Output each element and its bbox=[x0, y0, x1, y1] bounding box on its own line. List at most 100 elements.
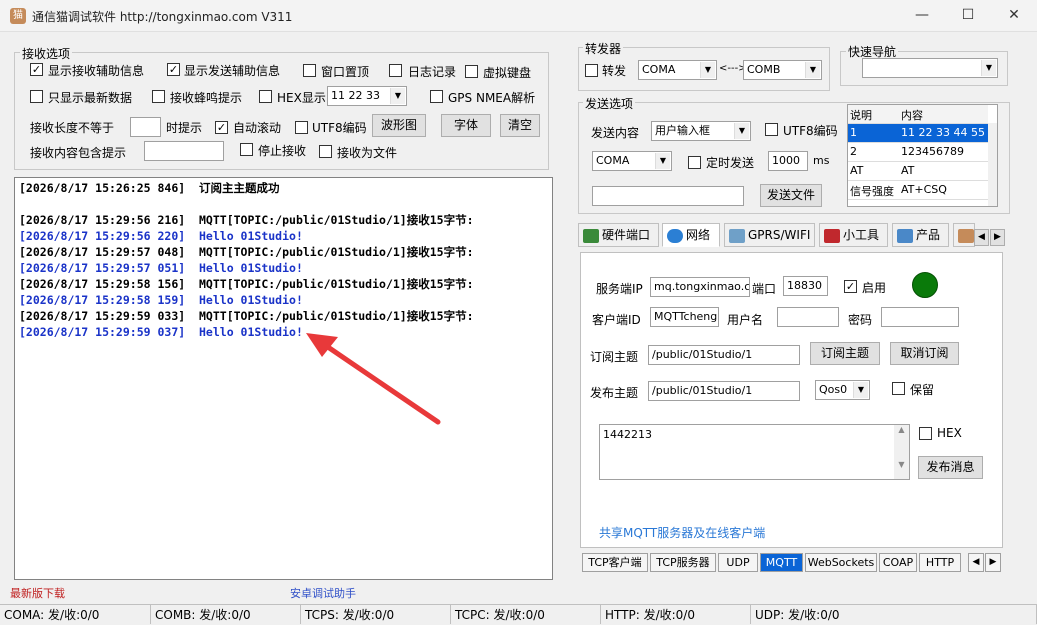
enable-label: 启用 bbox=[862, 281, 887, 295]
tab-udp[interactable]: UDP bbox=[718, 553, 758, 572]
hex-send-checkbox[interactable] bbox=[919, 427, 932, 440]
qos-select[interactable]: Qos0 ▼ bbox=[815, 380, 870, 400]
send-port-select[interactable]: COMA ▼ bbox=[592, 151, 672, 171]
hex-display-label: HEX显示 bbox=[277, 91, 326, 105]
stop-recv-checkbox[interactable] bbox=[240, 143, 253, 156]
send-content-value: 用户输入框 bbox=[655, 124, 710, 137]
server-ip-label: 服务端IP bbox=[596, 282, 643, 296]
utf8-recv-checkbox[interactable] bbox=[295, 121, 308, 134]
row-content: 123456789 bbox=[901, 145, 964, 158]
receive-log[interactable]: [2026/8/17 15:26:25 846] 订阅主主题成功 [2026/8/… bbox=[14, 177, 553, 580]
table-row[interactable]: 信号强度 AT+CSQ bbox=[848, 181, 988, 200]
bottom-tab-scroll-left-icon[interactable]: ◀ bbox=[968, 553, 984, 572]
scroll-down-icon[interactable]: ▼ bbox=[894, 460, 909, 469]
table-scrollbar[interactable] bbox=[988, 123, 997, 206]
recv-to-file-checkbox[interactable] bbox=[319, 145, 332, 158]
show-send-info-checkbox[interactable]: ✓ bbox=[167, 63, 180, 76]
tab-products[interactable]: 产品 bbox=[892, 223, 949, 247]
tab-coap[interactable]: COAP bbox=[879, 553, 917, 572]
font-button[interactable]: 字体 bbox=[441, 114, 491, 137]
virtual-keyboard-checkbox[interactable] bbox=[465, 65, 478, 78]
window-top-checkbox[interactable] bbox=[303, 64, 316, 77]
bottom-tab-scroll-right-icon[interactable]: ▶ bbox=[985, 553, 1001, 572]
retain-checkbox[interactable] bbox=[892, 382, 905, 395]
tab-scroll-right-icon[interactable]: ▶ bbox=[990, 229, 1005, 246]
table-row[interactable]: 1 11 22 33 44 55 bbox=[848, 124, 988, 143]
log-record-checkbox[interactable] bbox=[389, 64, 402, 77]
table-row[interactable]: AT AT bbox=[848, 162, 988, 181]
beep-label: 接收蜂鸣提示 bbox=[170, 91, 243, 105]
android-helper-link[interactable]: 安卓调试助手 bbox=[290, 585, 356, 601]
tab-scroll-left-icon[interactable]: ◀ bbox=[974, 229, 989, 246]
send-file-path-input[interactable] bbox=[592, 186, 744, 206]
tab-hardware-port[interactable]: 硬件端口 bbox=[578, 223, 659, 247]
timed-send-checkbox[interactable] bbox=[688, 156, 701, 169]
interval-input[interactable]: 1000 bbox=[768, 151, 808, 171]
only-latest-checkbox[interactable] bbox=[30, 90, 43, 103]
utf8-send-label: UTF8编码 bbox=[783, 124, 838, 138]
server-ip-input[interactable]: mq.tongxinmao.com bbox=[650, 277, 750, 297]
port-label: 端口 bbox=[752, 282, 777, 296]
forward-checkbox[interactable] bbox=[585, 64, 598, 77]
gps-checkbox[interactable] bbox=[430, 90, 443, 103]
forward-label: 转发 bbox=[602, 64, 627, 78]
publish-button[interactable]: 发布消息 bbox=[918, 456, 983, 479]
tab-tcp-server[interactable]: TCP服务器 bbox=[650, 553, 716, 572]
auto-scroll-checkbox[interactable]: ✓ bbox=[215, 121, 228, 134]
tab-mqtt[interactable]: MQTT bbox=[760, 553, 803, 572]
contains-input[interactable] bbox=[144, 141, 224, 161]
minimize-button[interactable]: — bbox=[899, 0, 945, 32]
quick-nav-select[interactable]: ▼ bbox=[862, 58, 998, 78]
waveform-button[interactable]: 波形图 bbox=[372, 114, 426, 137]
unsubscribe-button[interactable]: 取消订阅 bbox=[890, 342, 959, 365]
header-content: 内容 bbox=[901, 109, 923, 122]
hex-value-select[interactable]: 11 22 33 ▼ bbox=[327, 86, 407, 106]
subscribe-topic-input[interactable]: /public/01Studio/1 bbox=[648, 345, 800, 365]
table-row[interactable]: 2 123456789 bbox=[848, 143, 988, 162]
show-recv-info-label: 显示接收辅助信息 bbox=[48, 64, 145, 78]
port-a-select[interactable]: COMA ▼ bbox=[638, 60, 717, 80]
tab-tcp-client[interactable]: TCP客户端 bbox=[582, 553, 648, 572]
publish-message-input[interactable]: 1442213 bbox=[599, 424, 910, 480]
subscribe-button[interactable]: 订阅主题 bbox=[810, 342, 880, 365]
retain-label: 保留 bbox=[910, 383, 935, 397]
log-line: [2026/8/17 15:29:58 156] MQTT[TOPIC:/pub… bbox=[19, 277, 474, 291]
utf8-send-checkbox[interactable] bbox=[765, 123, 778, 136]
row-content: AT+CSQ bbox=[901, 183, 947, 196]
gps-label: GPS NMEA解析 bbox=[448, 91, 536, 105]
hex-display-checkbox[interactable] bbox=[259, 90, 272, 103]
message-scrollbar[interactable]: ▲ ▼ bbox=[894, 425, 909, 479]
tab-websockets[interactable]: WebSockets bbox=[805, 553, 877, 572]
tab-label: 小工具 bbox=[843, 228, 880, 242]
chevron-down-icon: ▼ bbox=[700, 62, 715, 78]
send-file-button[interactable]: 发送文件 bbox=[760, 184, 822, 207]
share-mqtt-link[interactable]: 共享MQTT服务器及在线客户端 bbox=[599, 524, 765, 541]
tab-label: GPRS/WIFI bbox=[748, 228, 811, 242]
tab-tools[interactable]: 小工具 bbox=[819, 223, 888, 247]
close-button[interactable]: ✕ bbox=[991, 0, 1037, 32]
download-latest-link[interactable]: 最新版下载 bbox=[10, 585, 65, 601]
timed-send-label: 定时发送 bbox=[706, 156, 755, 170]
enable-checkbox[interactable]: ✓ bbox=[844, 280, 857, 293]
port-input[interactable]: 18830 bbox=[783, 276, 828, 296]
password-input[interactable] bbox=[881, 307, 959, 327]
username-input[interactable] bbox=[777, 307, 839, 327]
quick-send-table[interactable]: 说明 内容 1 11 22 33 44 55 2 123456789 AT AT… bbox=[847, 104, 998, 207]
send-port-value: COMA bbox=[596, 154, 630, 167]
publish-topic-input[interactable]: /public/01Studio/1 bbox=[648, 381, 800, 401]
client-id-input[interactable]: MQTTcheng bbox=[650, 307, 719, 327]
only-latest-label: 只显示最新数据 bbox=[48, 91, 133, 105]
scroll-up-icon[interactable]: ▲ bbox=[894, 425, 909, 434]
tab-network[interactable]: 网络 bbox=[662, 223, 720, 247]
send-content-select[interactable]: 用户输入框 ▼ bbox=[651, 121, 751, 141]
network-icon bbox=[667, 228, 683, 243]
tab-http[interactable]: HTTP bbox=[919, 553, 961, 572]
show-recv-info-checkbox[interactable]: ✓ bbox=[30, 63, 43, 76]
maximize-button[interactable]: ☐ bbox=[945, 0, 991, 32]
recv-length-input[interactable] bbox=[130, 117, 161, 137]
clear-button[interactable]: 清空 bbox=[500, 114, 540, 137]
tab-more[interactable] bbox=[953, 223, 975, 247]
port-b-select[interactable]: COMB ▼ bbox=[743, 60, 822, 80]
tab-gprs-wifi[interactable]: GPRS/WIFI bbox=[724, 223, 815, 247]
beep-checkbox[interactable] bbox=[152, 90, 165, 103]
